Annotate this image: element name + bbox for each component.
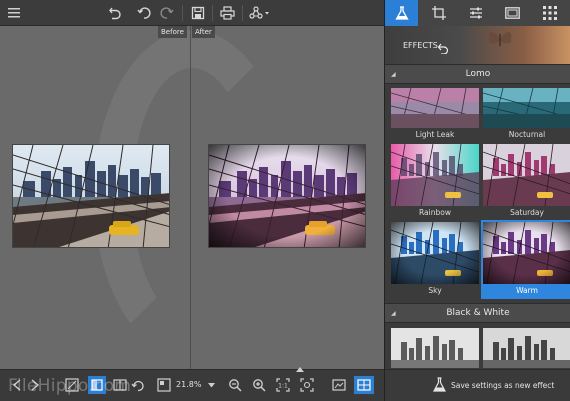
zoom-box-icon[interactable] <box>156 376 172 394</box>
svg-text:1:1: 1:1 <box>278 383 288 390</box>
fit-icon[interactable] <box>64 376 80 394</box>
fit-screen-icon[interactable] <box>298 376 316 394</box>
butterfly-icon <box>485 28 515 54</box>
effect-label: Saturday <box>510 208 544 217</box>
effect-thumb-light-leak[interactable]: Light Leak <box>389 86 481 143</box>
back-arrow-icon[interactable] <box>437 39 449 58</box>
effect-label: Light Leak <box>415 130 455 139</box>
group-title: Lomo <box>465 69 491 79</box>
effects-flask-icon[interactable] <box>385 0 418 26</box>
undo-icon[interactable] <box>106 3 124 23</box>
forward-arrow-icon[interactable] <box>28 376 42 394</box>
effects-panel: EFFECTS ◢ Lomo Light Leak Nocturnal Rain… <box>384 0 570 401</box>
effect-thumb-saturday[interactable]: Saturday <box>481 142 570 221</box>
single-view-icon[interactable] <box>330 376 348 394</box>
save-icon[interactable] <box>189 3 207 23</box>
top-toolbar <box>0 0 384 26</box>
rotate-icon[interactable] <box>130 376 146 394</box>
actual-pixels-icon[interactable]: 1:1 <box>274 376 292 394</box>
effect-thumb-bw-1[interactable] <box>389 326 481 370</box>
photo-editor-window: Before After 21.8% 1:1 FileHippo.com EFF… <box>0 0 570 401</box>
zoom-out-icon[interactable] <box>226 376 244 394</box>
undo-step-icon[interactable] <box>135 3 153 23</box>
effects-title: EFFECTS <box>403 41 438 50</box>
zoom-dropdown-icon[interactable] <box>206 376 216 394</box>
preview-canvas: Before After <box>0 26 384 369</box>
back-arrow-icon[interactable] <box>10 376 24 394</box>
collapse-triangle-icon[interactable]: ◢ <box>391 65 396 84</box>
before-label: Before <box>158 26 187 38</box>
after-label: After <box>192 26 215 38</box>
flask-icon <box>433 377 446 397</box>
group-header-lomo[interactable]: ◢ Lomo <box>385 64 570 84</box>
zoom-level[interactable]: 21.8% <box>176 380 201 389</box>
frame-icon[interactable] <box>496 0 529 26</box>
save-effect-label: Save settings as new effect <box>451 381 555 390</box>
effect-thumb-warm[interactable]: Warm <box>481 220 570 299</box>
zoom-in-icon[interactable] <box>250 376 268 394</box>
share-icon[interactable] <box>248 3 272 23</box>
effect-thumb-rainbow[interactable]: Rainbow <box>389 142 481 221</box>
effect-thumb-sky[interactable]: Sky <box>389 220 481 299</box>
before-after-divider[interactable] <box>190 26 191 369</box>
group-header-black-white[interactable]: ◢ Black & White <box>385 303 570 323</box>
crop-icon[interactable] <box>422 0 455 26</box>
effect-label: Rainbow <box>419 208 451 217</box>
group-title: Black & White <box>446 308 510 318</box>
panel-tabs <box>385 0 570 26</box>
save-effect-button[interactable]: Save settings as new effect <box>385 369 570 401</box>
after-photo <box>208 144 366 248</box>
compare-icon[interactable] <box>112 376 128 394</box>
collapse-triangle-icon[interactable]: ◢ <box>391 304 396 323</box>
bottom-toolbar: 21.8% 1:1 FileHippo.com <box>0 366 384 401</box>
redo-icon[interactable] <box>158 3 176 23</box>
effect-thumb-bw-2[interactable] <box>481 326 570 370</box>
effect-label: Warm <box>516 286 538 295</box>
before-photo <box>12 144 170 248</box>
adjust-sliders-icon[interactable] <box>459 0 492 26</box>
menu-icon[interactable] <box>6 3 22 23</box>
effect-label: Nocturnal <box>508 130 546 139</box>
actual-size-icon[interactable] <box>88 376 106 394</box>
print-icon[interactable] <box>218 3 236 23</box>
effect-label: Sky <box>428 286 442 295</box>
effects-header: EFFECTS <box>385 26 570 64</box>
split-view-icon[interactable] <box>354 376 374 394</box>
texture-icon[interactable] <box>533 0 566 26</box>
effect-thumb-nocturnal[interactable]: Nocturnal <box>481 86 570 143</box>
panel-toggle-icon[interactable] <box>295 366 305 372</box>
